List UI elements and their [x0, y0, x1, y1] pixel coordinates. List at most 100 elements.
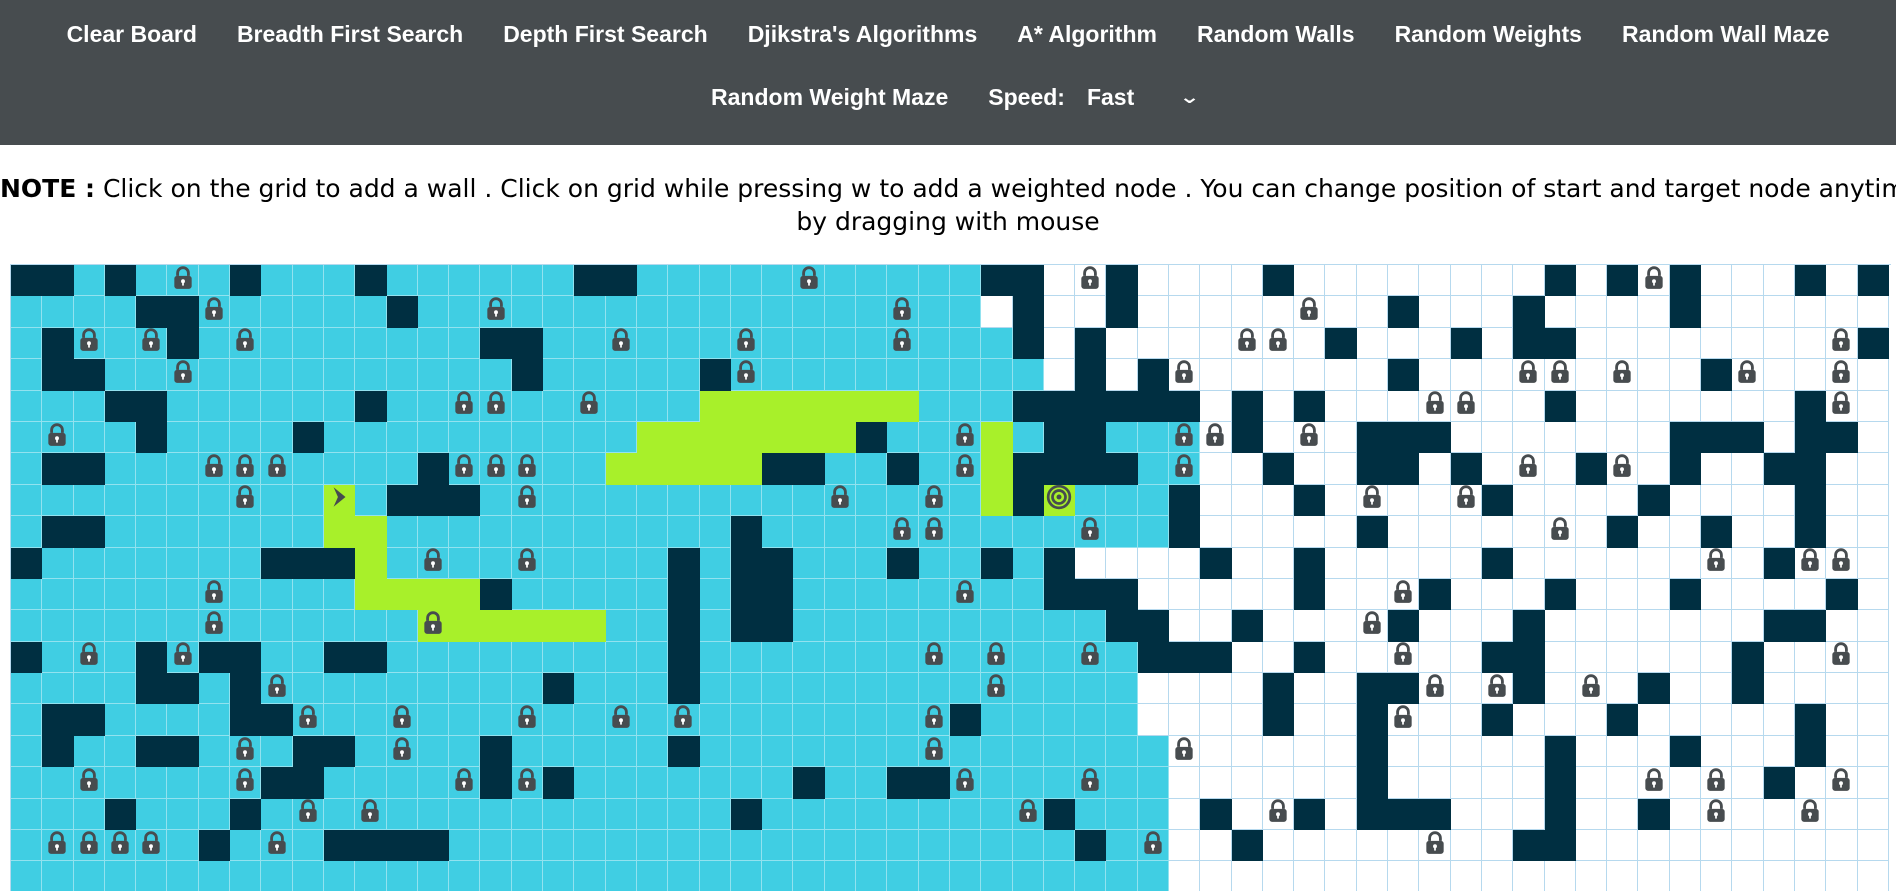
grid-cell-visited[interactable]: [699, 830, 731, 862]
grid-cell-visited[interactable]: [42, 673, 74, 705]
grid-cell-visited[interactable]: [386, 641, 418, 674]
grid-cell[interactable]: [1763, 735, 1795, 768]
grid-cell-wall[interactable]: [1794, 484, 1827, 517]
grid-cell-wall[interactable]: [1607, 704, 1639, 736]
grid-cell-visited[interactable]: [887, 735, 919, 768]
grid-cell[interactable]: [1200, 327, 1232, 360]
grid-cell[interactable]: [1607, 673, 1639, 705]
grid-cell[interactable]: [1231, 673, 1263, 705]
grid-cell-visited[interactable]: [73, 578, 105, 611]
grid-cell[interactable]: [1544, 610, 1576, 642]
grid-cell-visited[interactable]: [1168, 453, 1201, 485]
grid-cell[interactable]: [1450, 484, 1482, 517]
chevron-right-icon[interactable]: [326, 484, 352, 515]
grid-cell-visited[interactable]: [198, 421, 231, 454]
grid-cell-wall[interactable]: [1294, 798, 1326, 831]
grid-cell-visited[interactable]: [981, 327, 1013, 360]
grid-cell[interactable]: [1106, 359, 1138, 391]
grid-cell[interactable]: [1763, 830, 1795, 862]
grid-cell[interactable]: [1450, 830, 1482, 862]
grid-cell-visited[interactable]: [730, 861, 763, 891]
grid-cell-visited[interactable]: [949, 798, 982, 831]
grid-cell-wall[interactable]: [167, 735, 199, 768]
grid-cell-visited[interactable]: [73, 421, 105, 454]
grid-cell-visited[interactable]: [887, 704, 919, 736]
grid-cell-visited[interactable]: [636, 735, 669, 768]
grid-cell-wall[interactable]: [292, 767, 324, 799]
grid-cell[interactable]: [1168, 296, 1201, 328]
grid-cell-visited[interactable]: [949, 296, 982, 328]
grid-cell[interactable]: [1200, 296, 1232, 328]
grid-cell-visited[interactable]: [543, 296, 575, 328]
grid-cell-visited[interactable]: [355, 767, 387, 799]
grid-cell-wall[interactable]: [1137, 610, 1169, 642]
grid-cell-visited[interactable]: [887, 578, 919, 611]
target-icon[interactable]: [1046, 484, 1072, 515]
grid-cell-visited[interactable]: [981, 673, 1013, 705]
grid-cell-visited[interactable]: [417, 547, 450, 579]
grid-cell[interactable]: [1137, 547, 1169, 579]
grid-cell-wall[interactable]: [730, 547, 763, 579]
grid-cell-visited[interactable]: [1075, 735, 1107, 768]
grid-cell-wall[interactable]: [699, 359, 731, 391]
grid-cell[interactable]: [1481, 610, 1514, 642]
grid-cell-visited[interactable]: [198, 484, 231, 517]
grid-cell-visited[interactable]: [1012, 673, 1044, 705]
grid-cell[interactable]: [1075, 265, 1107, 297]
grid-cell-visited[interactable]: [762, 704, 794, 736]
grid-cell[interactable]: [1669, 830, 1702, 862]
grid-cell-wall[interactable]: [1043, 578, 1076, 611]
grid-cell-visited[interactable]: [42, 610, 74, 642]
grid-cell-visited[interactable]: [918, 327, 950, 360]
grid-cell-wall[interactable]: [1638, 798, 1670, 831]
grid-cell-visited[interactable]: [230, 861, 262, 891]
grid-cell-visited[interactable]: [793, 798, 825, 831]
grid-cell-visited[interactable]: [230, 453, 262, 485]
grid-cell-visited[interactable]: [918, 735, 950, 768]
grid-cell-visited[interactable]: [261, 610, 293, 642]
grid-cell-wall[interactable]: [136, 641, 168, 674]
grid-cell-visited[interactable]: [1168, 421, 1201, 454]
grid-cell-visited[interactable]: [136, 578, 168, 611]
grid-cell[interactable]: [1481, 390, 1514, 422]
grid-cell-visited[interactable]: [104, 830, 137, 862]
grid-cell-visited[interactable]: [167, 390, 199, 422]
grid-cell-visited[interactable]: [167, 265, 199, 297]
grid-cell[interactable]: [1669, 327, 1702, 360]
grid-cell-visited[interactable]: [386, 516, 418, 548]
grid-cell[interactable]: [1325, 830, 1357, 862]
grid-cell[interactable]: [1607, 390, 1639, 422]
grid-cell-visited[interactable]: [417, 516, 450, 548]
grid-cell[interactable]: [1262, 421, 1295, 454]
grid-cell-wall[interactable]: [887, 767, 919, 799]
grid-cell-visited[interactable]: [386, 265, 418, 297]
grid-cell[interactable]: [1262, 390, 1295, 422]
grid-cell[interactable]: [1732, 767, 1764, 799]
grid-cell-visited[interactable]: [167, 547, 199, 579]
grid-cell-wall[interactable]: [417, 453, 450, 485]
grid-cell-visited[interactable]: [949, 673, 982, 705]
grid-cell[interactable]: [1325, 296, 1357, 328]
grid-cell-visited[interactable]: [1106, 704, 1138, 736]
grid-cell-wall[interactable]: [1544, 798, 1576, 831]
grid-cell[interactable]: [1607, 421, 1639, 454]
grid-cell-visited[interactable]: [605, 296, 637, 328]
grid-cell-visited[interactable]: [355, 296, 387, 328]
grid-cell[interactable]: [1701, 798, 1733, 831]
grid-cell-wall[interactable]: [104, 265, 137, 297]
grid-cell[interactable]: [1763, 359, 1795, 391]
grid-cell-wall[interactable]: [1231, 390, 1263, 422]
grid-cell[interactable]: [1262, 798, 1295, 831]
grid-cell-visited[interactable]: [668, 390, 700, 422]
grid-cell[interactable]: [1419, 610, 1451, 642]
grid-cell-wall[interactable]: [73, 453, 105, 485]
grid-cell-visited[interactable]: [824, 327, 857, 360]
grid-cell-wall[interactable]: [1794, 421, 1827, 454]
grid-cell-visited[interactable]: [543, 641, 575, 674]
grid-cell-wall[interactable]: [1732, 673, 1764, 705]
grid-cell-visited[interactable]: [981, 390, 1013, 422]
grid-cell-wall[interactable]: [1075, 578, 1107, 611]
grid-cell-wall[interactable]: [1544, 767, 1576, 799]
grid-cell-visited[interactable]: [136, 265, 168, 297]
grid-cell[interactable]: [1356, 390, 1389, 422]
